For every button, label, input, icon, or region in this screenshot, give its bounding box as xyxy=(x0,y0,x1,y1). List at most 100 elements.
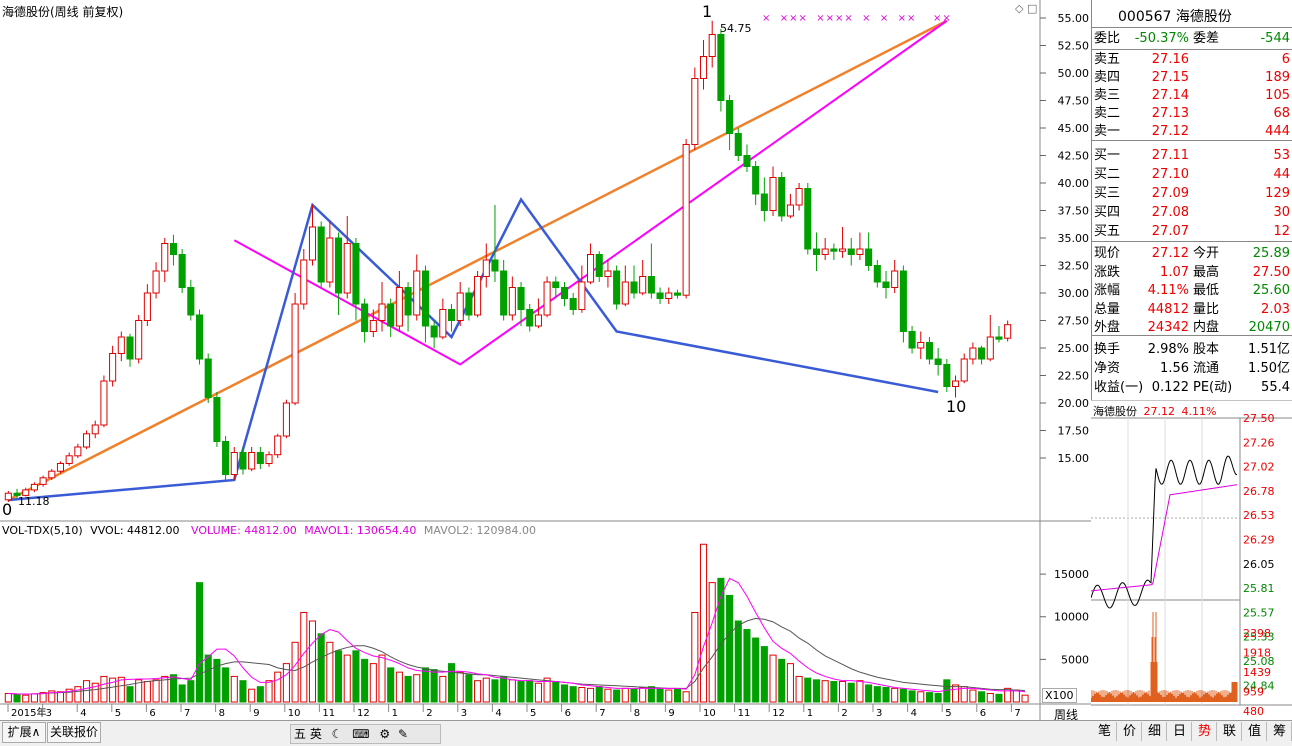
stat-row-label: 总量 xyxy=(1094,301,1121,317)
intraday-vol-label: 480 xyxy=(1243,705,1264,718)
candle-body xyxy=(508,287,516,316)
volume-bar xyxy=(839,681,847,703)
bid-row[interactable]: 买五 27.07 12 xyxy=(1092,223,1292,240)
ime-mode[interactable]: 五 英 xyxy=(294,727,322,741)
ask-row[interactable]: 卖二 27.13 68 xyxy=(1092,105,1292,122)
volume-bar xyxy=(248,688,256,703)
stat-row-value: 4.11% xyxy=(1147,283,1189,298)
candle-body xyxy=(647,276,655,294)
candle-body xyxy=(778,177,786,217)
candle-body xyxy=(708,34,716,57)
candle-body xyxy=(865,248,873,266)
candle-body xyxy=(352,243,360,305)
volume-bar xyxy=(300,611,308,703)
x-tick-label: 5 xyxy=(945,708,951,719)
right-tab[interactable]: 细 xyxy=(1143,722,1167,741)
weibi-row: 委比 -50.37% 委差 -544 xyxy=(1092,30,1292,47)
stat-row-value2: 2.03 xyxy=(1261,301,1290,317)
right-tab-bar: 笔价细日势联值筹 xyxy=(1091,721,1292,745)
volume-bar xyxy=(656,687,664,703)
bid-price: 27.09 xyxy=(1151,186,1189,201)
ask-row[interactable]: 卖一 27.12 444 xyxy=(1092,123,1292,140)
y-tick-label: 42.50 xyxy=(1058,150,1090,163)
ime-keyboard-icon[interactable]: ⌨ xyxy=(352,727,369,741)
candle-body xyxy=(891,270,899,288)
ime-tool-icon[interactable]: ✎ xyxy=(398,727,408,741)
settings-icons[interactable]: ◇ □ xyxy=(1015,2,1037,15)
right-tab[interactable]: 联 xyxy=(1218,722,1242,741)
bid-row[interactable]: 买四 27.08 30 xyxy=(1092,204,1292,221)
ask-row[interactable]: 卖四 27.15 189 xyxy=(1092,69,1292,86)
volume-bar xyxy=(178,684,186,703)
fundamental-row[interactable]: 收益(一) 0.122 PE(动) 55.4 xyxy=(1092,379,1292,396)
bid-price: 27.08 xyxy=(1151,205,1189,220)
candle-body xyxy=(491,259,499,272)
volume-bar xyxy=(752,637,760,703)
bid-label: 买三 xyxy=(1094,186,1121,201)
x-tick-label: 11 xyxy=(322,708,335,719)
right-tab[interactable]: 日 xyxy=(1168,722,1192,741)
volume-bar xyxy=(256,686,264,703)
ime-moon-icon[interactable]: ☾ xyxy=(332,727,343,741)
stat-row-value2: 25.89 xyxy=(1252,246,1290,261)
candle-body xyxy=(161,243,169,272)
intraday-y-label: 27.50 xyxy=(1243,412,1275,425)
volume-bar xyxy=(30,693,38,703)
chart-title: 海德股份(周线 前复权) xyxy=(2,5,124,19)
fundamental-row[interactable]: 换手 2.98% 股本 1.51亿 xyxy=(1092,341,1292,358)
candle-body xyxy=(204,358,212,398)
stat-row[interactable]: 总量 44812 量比 2.03 xyxy=(1092,301,1292,318)
volume-bar xyxy=(291,641,299,703)
stat-row[interactable]: 涨幅 4.11% 最低 25.60 xyxy=(1092,282,1292,299)
candle-body xyxy=(639,276,647,294)
stat-row[interactable]: 现价 27.12 今开 25.89 xyxy=(1092,245,1292,262)
bid-row[interactable]: 买一 27.11 53 xyxy=(1092,147,1292,164)
intraday-y-label: 25.57 xyxy=(1243,606,1275,619)
stat-row-value: 27.12 xyxy=(1151,246,1189,261)
stat-row[interactable]: 涨跌 1.07 最高 27.50 xyxy=(1092,264,1292,281)
volume-bar xyxy=(117,676,125,703)
candle-body xyxy=(847,248,855,255)
ime-toolbar[interactable]: 五 英 ☾ ⌨ ⚙ ✎ xyxy=(290,724,441,744)
zoom-label[interactable]: X100 xyxy=(1042,688,1077,703)
right-tab[interactable]: 价 xyxy=(1118,722,1142,741)
fundamental-row[interactable]: 净资 1.56 流通 1.50亿 xyxy=(1092,360,1292,377)
fundamental-row-label2: 流通 xyxy=(1193,361,1220,376)
bid-row[interactable]: 买三 27.09 129 xyxy=(1092,185,1292,202)
candlestick-chart[interactable]: 50001000015000 2015年 3 4 5 6 7 8 9 10 11 12 1 2 3 4 5 6 7… xyxy=(0,0,1091,720)
volume-bar xyxy=(647,686,655,703)
related-quote-button[interactable]: 关联报价 xyxy=(47,722,101,743)
volume-bar xyxy=(517,681,525,703)
candle-body xyxy=(56,463,65,472)
expand-button[interactable]: 扩展∧ xyxy=(2,722,46,743)
right-tab[interactable]: 筹 xyxy=(1268,722,1292,741)
y-tick-label: 20.00 xyxy=(1058,397,1090,410)
ask-row[interactable]: 卖三 27.14 105 xyxy=(1092,87,1292,104)
candle-body xyxy=(413,270,421,316)
bid-row[interactable]: 买二 27.10 44 xyxy=(1092,166,1292,183)
ime-settings-icon[interactable]: ⚙ xyxy=(379,727,390,741)
candle-body xyxy=(882,281,890,288)
candle-body xyxy=(169,243,177,255)
x-tick-label: 7 xyxy=(1014,708,1020,719)
volume-value: VOLUME: 44812.00 xyxy=(191,524,297,537)
volume-bar xyxy=(421,667,429,703)
right-tab[interactable]: 势 xyxy=(1193,722,1217,741)
bid-volume: 44 xyxy=(1273,167,1290,182)
x-tick-label: 7 xyxy=(599,708,605,719)
stat-row-label2: 内盘 xyxy=(1193,320,1220,335)
ask-row[interactable]: 卖五 27.16 6 xyxy=(1092,51,1292,68)
stat-row[interactable]: 外盘 24342 内盘 20470 xyxy=(1092,319,1292,336)
volume-bar xyxy=(639,687,647,703)
candle-body xyxy=(917,342,925,349)
right-tab[interactable]: 值 xyxy=(1243,722,1267,741)
volume-bar xyxy=(83,680,91,703)
intraday-chart[interactable]: 27.50 27.26 27.02 26.78 26.53 26.29 26.05 25.81… xyxy=(1091,400,1292,720)
y-tick-label: 50.00 xyxy=(1058,67,1090,80)
volume-bar xyxy=(778,658,786,703)
y-tick-label: 55.00 xyxy=(1058,12,1090,25)
right-tab[interactable]: 笔 xyxy=(1093,722,1117,741)
vol-tick-label: 5000 xyxy=(1061,653,1089,666)
volume-bar xyxy=(665,689,673,703)
x-tick-label: 1 xyxy=(392,708,398,719)
